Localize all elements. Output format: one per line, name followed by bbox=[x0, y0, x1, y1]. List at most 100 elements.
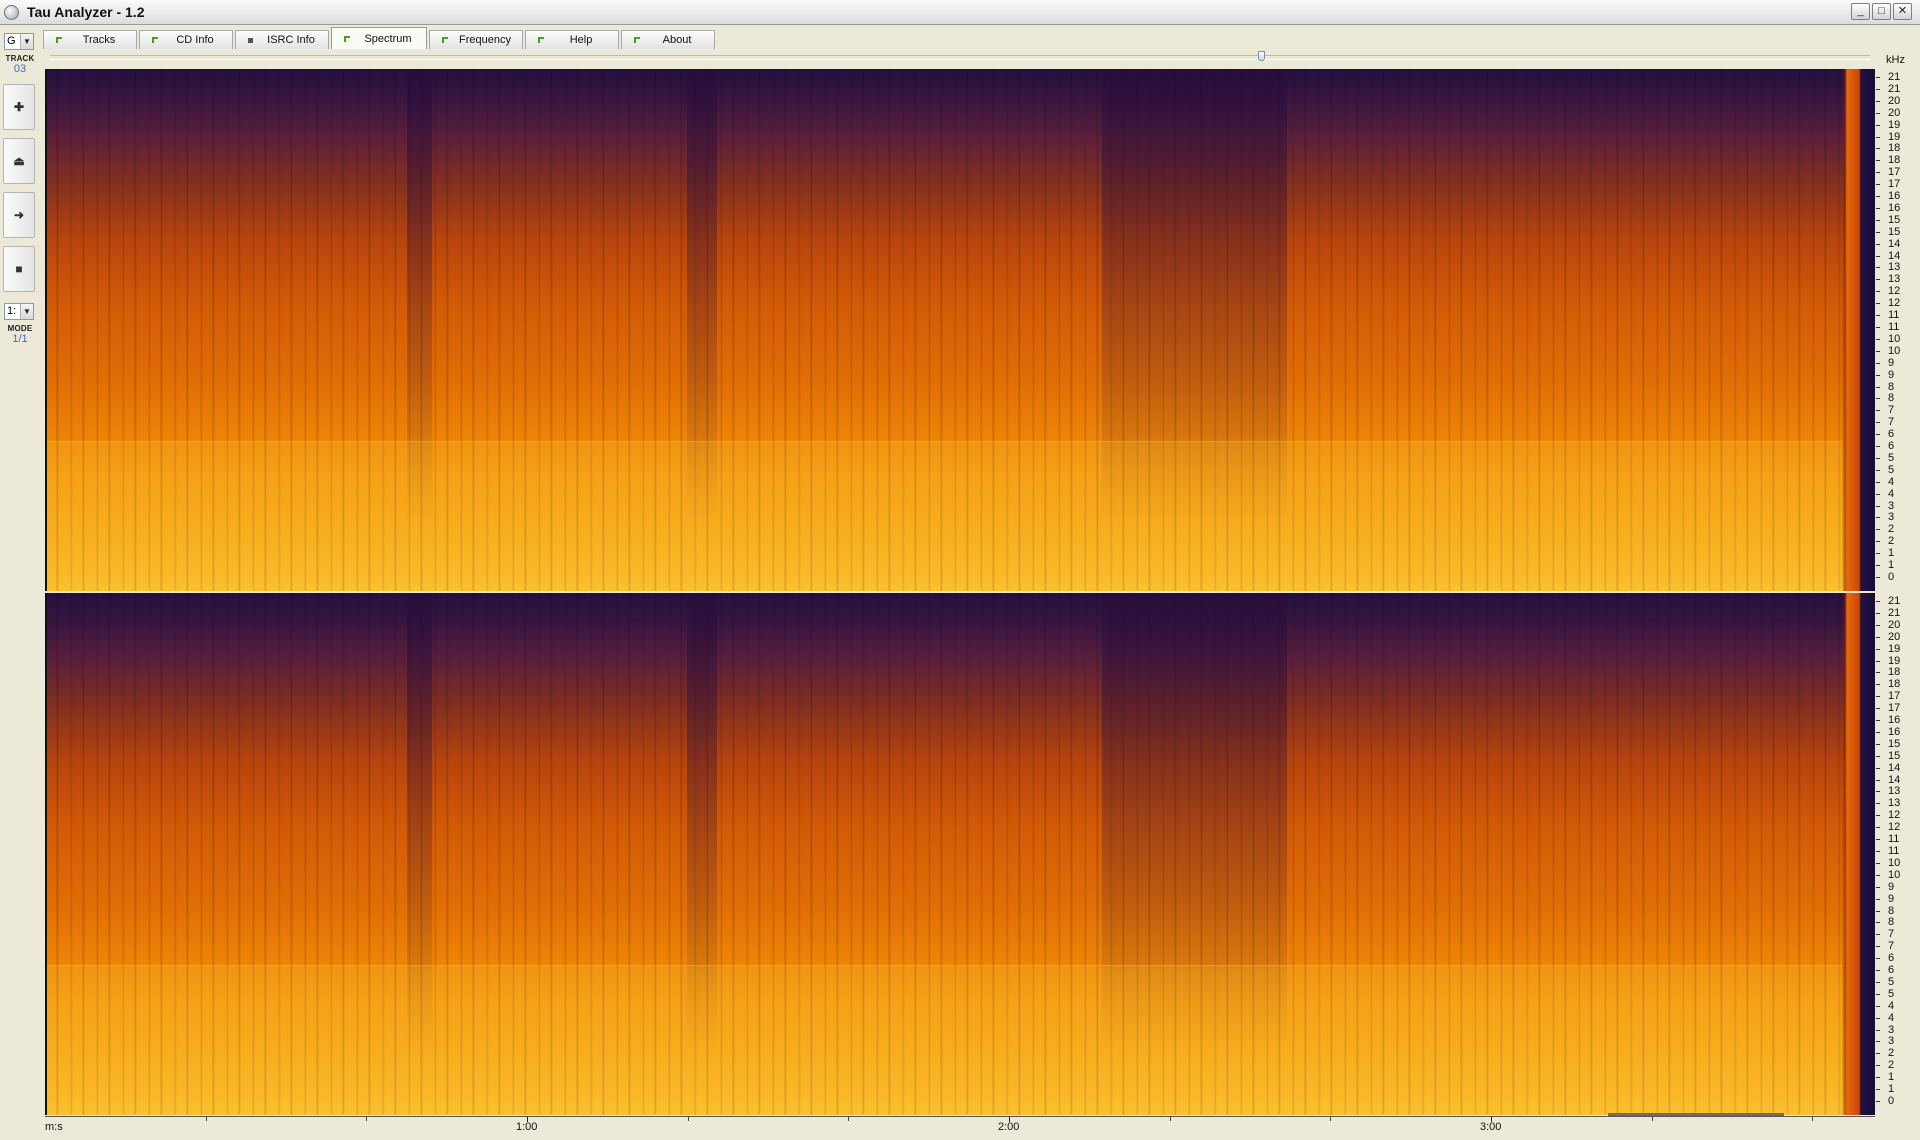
frequency-tick-label: 18 bbox=[1876, 678, 1920, 690]
frequency-tick-label: 9 bbox=[1876, 369, 1920, 381]
stop-icon: ■ bbox=[15, 262, 23, 276]
frequency-tick-label: 15 bbox=[1876, 750, 1920, 762]
tab-spectrum[interactable]: Spectrum bbox=[331, 27, 427, 49]
title-bar: Tau Analyzer - 1.2 _ □ ✕ bbox=[0, 0, 1920, 25]
frequency-tick-label: 3 bbox=[1876, 1024, 1920, 1036]
frequency-tick-label: 2 bbox=[1876, 1059, 1920, 1071]
frequency-tick-label: 17 bbox=[1876, 702, 1920, 714]
window-title: Tau Analyzer - 1.2 bbox=[27, 4, 145, 20]
plus-icon: ✚ bbox=[13, 100, 25, 114]
frequency-tick-label: 12 bbox=[1876, 285, 1920, 297]
frequency-tick-label: 8 bbox=[1876, 905, 1920, 917]
frequency-tick-label: 20 bbox=[1876, 107, 1920, 119]
frequency-tick-label: 16 bbox=[1876, 714, 1920, 726]
frequency-tick-label: 6 bbox=[1876, 952, 1920, 964]
frequency-tick-label: 14 bbox=[1876, 774, 1920, 786]
khz-unit-label: kHz bbox=[1886, 54, 1905, 66]
frequency-tick-label: 5 bbox=[1876, 988, 1920, 1000]
frequency-tick-label: 4 bbox=[1876, 1000, 1920, 1012]
sidebar: G ▼ TRACK 03 ✚ ⏏ ➜ ■ 1: ▼ MODE 1/1 bbox=[0, 30, 40, 1140]
frequency-tick-label: 16 bbox=[1876, 202, 1920, 214]
tab-bullet-icon bbox=[538, 37, 544, 43]
frequency-tick-label: 3 bbox=[1876, 500, 1920, 512]
frequency-tick-label: 1 bbox=[1876, 559, 1920, 571]
frequency-tick-label: 21 bbox=[1876, 71, 1920, 83]
frequency-tick-label: 10 bbox=[1876, 333, 1920, 345]
frequency-tick-label: 17 bbox=[1876, 690, 1920, 702]
frequency-tick-label: 15 bbox=[1876, 738, 1920, 750]
tab-tracks[interactable]: Tracks bbox=[43, 30, 137, 49]
frequency-tick-label: 21 bbox=[1876, 607, 1920, 619]
drive-select[interactable]: G ▼ bbox=[4, 33, 34, 50]
position-slider-thumb[interactable] bbox=[1258, 51, 1265, 61]
frequency-tick-label: 17 bbox=[1876, 178, 1920, 190]
app-icon bbox=[4, 5, 19, 20]
time-minor-tick bbox=[848, 1117, 849, 1121]
time-tick-label: 2:00 bbox=[998, 1121, 1020, 1133]
frequency-tick-label: 5 bbox=[1876, 452, 1920, 464]
frequency-tick-label: 21 bbox=[1876, 83, 1920, 95]
frequency-tick-label: 13 bbox=[1876, 273, 1920, 285]
tab-label: ISRC Info bbox=[267, 34, 315, 46]
frequency-tick-label: 5 bbox=[1876, 976, 1920, 988]
add-button[interactable]: ✚ bbox=[3, 84, 35, 130]
spectrogram-low-band bbox=[47, 441, 1842, 591]
frequency-tick-label: 11 bbox=[1876, 321, 1920, 333]
frequency-tick-label: 18 bbox=[1876, 154, 1920, 166]
frequency-tick-label: 8 bbox=[1876, 381, 1920, 393]
time-minor-tick bbox=[206, 1117, 207, 1121]
spectrogram-low-band bbox=[47, 965, 1842, 1115]
frequency-tick-label: 19 bbox=[1876, 655, 1920, 667]
eject-button[interactable]: ⏏ bbox=[3, 138, 35, 184]
frequency-axis-left-channel: 21 21 20 20 19 19 18 18 17 17 16 16 15 15 14 14 13 13 12 12… bbox=[1876, 69, 1920, 591]
position-slider-track[interactable] bbox=[50, 55, 1870, 60]
maximize-button[interactable]: □ bbox=[1872, 3, 1891, 20]
tab-bullet-icon bbox=[442, 37, 448, 43]
ratio-select[interactable]: 1: ▼ bbox=[4, 303, 34, 320]
tab-bullet-icon bbox=[634, 37, 640, 43]
time-minor-tick bbox=[1170, 1117, 1171, 1121]
tab-help[interactable]: Help bbox=[525, 30, 619, 49]
tab-label: Spectrum bbox=[364, 33, 412, 45]
tab-cd-info[interactable]: CD Info bbox=[139, 30, 233, 49]
time-axis: m:s 1:00 2:00 3:00 bbox=[45, 1116, 1875, 1137]
frequency-tick-label: 20 bbox=[1876, 619, 1920, 631]
chevron-down-icon[interactable]: ▼ bbox=[20, 34, 33, 49]
tab-frequency[interactable]: Frequency bbox=[429, 30, 523, 49]
frequency-tick-label: 20 bbox=[1876, 95, 1920, 107]
frequency-tick-label: 19 bbox=[1876, 643, 1920, 655]
frequency-tick-label: 2 bbox=[1876, 535, 1920, 547]
track-number: 03 bbox=[13, 63, 27, 75]
frequency-tick-label: 2 bbox=[1876, 523, 1920, 535]
mode-label: MODE bbox=[7, 324, 33, 333]
close-button[interactable]: ✕ bbox=[1893, 3, 1912, 20]
time-minor-tick bbox=[366, 1117, 367, 1121]
frequency-tick-label: 19 bbox=[1876, 131, 1920, 143]
frequency-tick-label: 11 bbox=[1876, 833, 1920, 845]
frequency-tick-label: 3 bbox=[1876, 511, 1920, 523]
frequency-tick-label: 0 bbox=[1876, 571, 1920, 583]
frequency-tick-label: 15 bbox=[1876, 214, 1920, 226]
frequency-tick-label: 10 bbox=[1876, 345, 1920, 357]
frequency-tick-label: 7 bbox=[1876, 928, 1920, 940]
tab-about[interactable]: About bbox=[621, 30, 715, 49]
stop-button[interactable]: ■ bbox=[3, 246, 35, 292]
tab-label: About bbox=[662, 34, 692, 46]
frequency-tick-label: 16 bbox=[1876, 726, 1920, 738]
frequency-tick-label: 6 bbox=[1876, 964, 1920, 976]
tab-isrc-info[interactable]: ISRC Info bbox=[235, 30, 329, 49]
frequency-tick-label: 15 bbox=[1876, 226, 1920, 238]
frequency-tick-label: 0 bbox=[1876, 1095, 1920, 1107]
spectrogram-band-edge bbox=[47, 965, 1842, 966]
time-minor-tick bbox=[1812, 1117, 1813, 1121]
chevron-down-icon[interactable]: ▼ bbox=[20, 304, 33, 319]
frequency-tick-label: 8 bbox=[1876, 392, 1920, 404]
frequency-tick-label: 12 bbox=[1876, 809, 1920, 821]
forward-button[interactable]: ➜ bbox=[3, 192, 35, 238]
frequency-tick-label: 6 bbox=[1876, 440, 1920, 452]
frequency-tick-label: 12 bbox=[1876, 821, 1920, 833]
minimize-button[interactable]: _ bbox=[1851, 3, 1870, 20]
frequency-tick-label: 8 bbox=[1876, 916, 1920, 928]
time-unit-label: m:s bbox=[45, 1121, 63, 1133]
eject-icon: ⏏ bbox=[13, 154, 25, 168]
